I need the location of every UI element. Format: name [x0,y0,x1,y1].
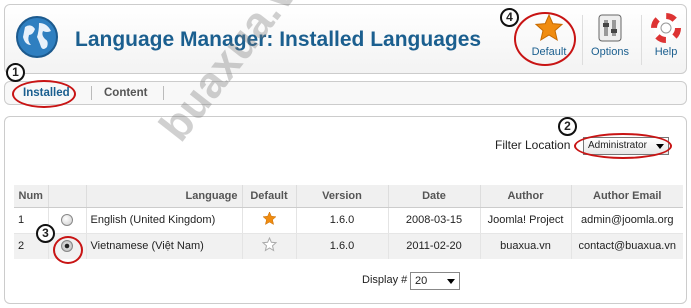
row-default-cell [242,207,297,234]
column-header-num[interactable]: Num [14,185,49,208]
toolbar-divider [582,15,583,65]
display-count-select[interactable]: 20 [410,272,460,290]
filter-location-label: Filter Location [495,138,571,152]
options-button[interactable]: Options [587,11,633,69]
toolbar-divider [641,15,642,65]
column-header-default[interactable]: Default [242,185,297,208]
table-header-row: Num Language Default Version Date Author… [14,185,683,208]
row-author: buaxua.vn [480,233,572,259]
row-language: Vietnamese (Việt Nam) [86,233,243,259]
column-header-select [48,185,87,208]
annotation-ring-filter [574,133,672,159]
row-version: 1.6.0 [296,233,389,259]
row-default-cell [242,233,297,259]
tab-divider [91,86,92,100]
row-radio[interactable] [61,214,73,227]
annotation-ring-installed [12,80,76,108]
row-language: English (United Kingdom) [86,207,243,234]
annotation-badge-1: 1 [6,63,25,82]
column-header-date[interactable]: Date [388,185,481,208]
row-date: 2011-02-20 [388,233,481,259]
page-header: Language Manager: Installed Languages De… [4,4,687,74]
annotation-badge-3: 3 [36,224,55,243]
not-default-star-icon[interactable] [261,237,277,252]
row-date: 2008-03-15 [388,207,481,234]
help-lifebuoy-icon [651,13,681,43]
tab-bar: Installed Content [4,81,687,105]
column-header-author[interactable]: Author [480,185,572,208]
default-star-icon[interactable] [261,211,277,226]
row-version: 1.6.0 [296,207,389,234]
row-author-email: contact@buaxua.vn [571,233,683,259]
tab-content[interactable]: Content [104,87,147,99]
annotation-badge-4: 4 [500,8,519,27]
display-count-value: 20 [415,275,428,287]
help-label: Help [654,46,678,58]
column-header-version[interactable]: Version [296,185,389,208]
tab-divider [163,86,164,100]
languages-table: Num Language Default Version Date Author… [14,185,683,259]
table-row: 2 Vietnamese (Việt Nam) 1.6.0 2011-02-20… [14,233,683,259]
row-author-email: admin@joomla.org [571,207,683,234]
globe-icon [16,16,58,58]
options-label: Options [591,46,629,58]
annotation-ring-default [514,12,576,66]
help-button[interactable]: Help [646,11,686,69]
chevron-down-icon [447,279,455,284]
column-header-language[interactable]: Language [86,185,243,208]
row-author: Joomla! Project [480,207,572,234]
annotation-badge-2: 2 [558,117,577,136]
page-title: Language Manager: Installed Languages [75,28,482,51]
column-header-author-email[interactable]: Author Email [571,185,683,208]
options-icon [598,14,622,42]
annotation-ring-radio [53,236,83,264]
display-count-label: Display # [362,274,408,286]
table-row: 1 English (United Kingdom) 1.6.0 2008-03… [14,207,683,234]
